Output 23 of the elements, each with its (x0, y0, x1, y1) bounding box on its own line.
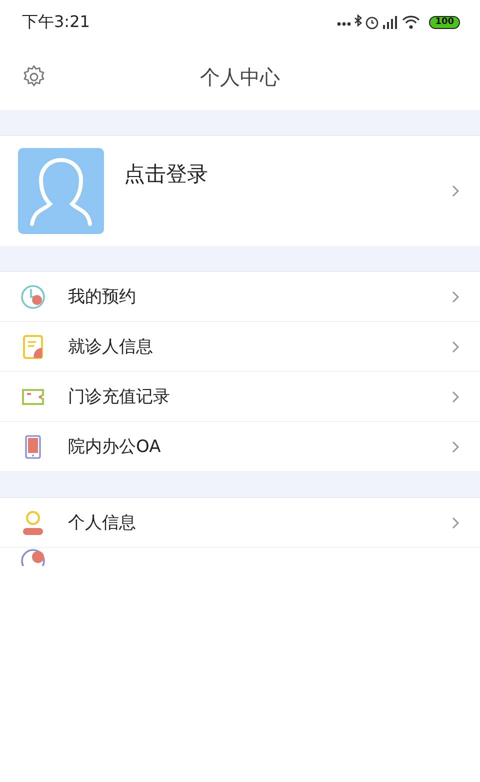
page-title: 个人中心 (200, 64, 280, 90)
menu-item[interactable]: 个人信息 (0, 498, 480, 548)
menu-item-label: 就诊人信息 (68, 336, 154, 358)
chevron-icon (452, 440, 460, 452)
menu-item[interactable]: 门诊充值记录 (0, 372, 480, 422)
clock-icon (20, 284, 46, 310)
chevron-icon (452, 184, 460, 196)
chevron-icon (452, 390, 460, 402)
menu-item[interactable]: 就诊人信息 (0, 322, 480, 372)
status-time: 下午3:21 (22, 12, 90, 32)
menu-item-label: 院内办公OA (68, 436, 162, 458)
menu-item-label: 门诊充值记录 (68, 386, 171, 408)
login-link[interactable]: 点击登录 (124, 160, 452, 188)
chevron-icon (452, 340, 460, 352)
battery-indicator: 100 (429, 16, 460, 28)
chevron-icon (452, 290, 460, 302)
menu-item[interactable]: 我的预约 (0, 272, 480, 322)
menu-item-label: 我的预约 (68, 286, 137, 308)
document-icon (20, 334, 46, 360)
menu-item-label: 个人信息 (68, 512, 137, 534)
chevron-icon (452, 516, 460, 528)
person-icon (20, 510, 46, 536)
avatar-icon (18, 148, 104, 234)
